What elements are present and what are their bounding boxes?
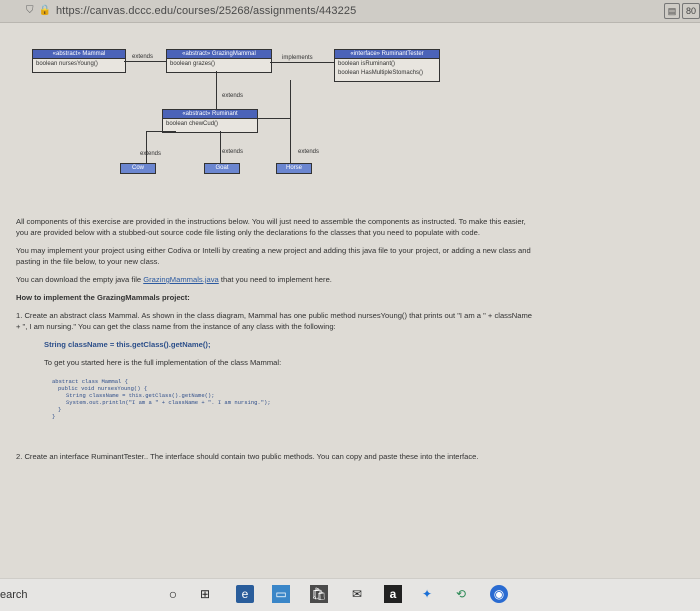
code-line: }: [58, 406, 62, 413]
class-diagram: «abstract» Mammal boolean nursesYoung() …: [0, 23, 700, 203]
started-text: To get you started here is the full impl…: [44, 358, 282, 367]
uml-connector: [146, 131, 147, 163]
firefox-icon[interactable]: ◉: [490, 585, 508, 603]
uml-goat-box: Goat: [204, 163, 240, 174]
sync-icon[interactable]: ⟲: [452, 585, 470, 603]
uml-horse-box: Horse: [276, 163, 312, 174]
uml-ruminant-box: «abstract» Ruminant boolean chewCud(): [162, 109, 258, 133]
page-content: «abstract» Mammal boolean nursesYoung() …: [0, 23, 700, 578]
step-2: 2. Create an interface RuminantTester.. …: [16, 452, 479, 461]
uml-grazing-box: «abstract» GrazingMammal boolean grazes(…: [166, 49, 272, 73]
uml-tester-box: «interface» RuminantTester boolean isRum…: [334, 49, 440, 82]
cortana-icon[interactable]: ○: [164, 585, 182, 603]
mammal-code-block: abstract class Mammal { public void nurs…: [44, 375, 536, 423]
uml-tester-title: «interface» RuminantTester: [335, 50, 439, 59]
uml-connector: [216, 71, 217, 111]
uml-connector: [220, 131, 221, 163]
uml-grazing-field: boolean grazes(): [170, 61, 216, 67]
assignment-instructions: All components of this exercise are prov…: [16, 216, 536, 469]
paragraph-download: You can download the empty java file Gra…: [16, 274, 536, 285]
url-text[interactable]: https://canvas.dccc.edu/courses/25268/as…: [56, 5, 356, 17]
code-line: public void nursesYoung() {: [58, 385, 148, 392]
uml-tester-field-1: boolean isRuminant(): [338, 61, 396, 67]
step-1: 1. Create an abstract class Mammal. As s…: [16, 311, 533, 331]
uml-mammal-box: «abstract» Mammal boolean nursesYoung(): [32, 49, 126, 73]
mail-icon[interactable]: ✉: [348, 585, 366, 603]
uml-connector: [290, 80, 291, 163]
uml-tester-field-2: boolean HasMultipleStomachs(): [338, 70, 424, 76]
uml-ruminant-title: «abstract» Ruminant: [163, 110, 257, 119]
paragraph-ide: You may implement your project using eit…: [16, 246, 531, 266]
browser-toolbar: ⛉ 🔒 https://canvas.dccc.edu/courses/2526…: [0, 0, 700, 23]
uml-label-extends-2: extends: [222, 93, 244, 99]
uml-connector: [255, 118, 291, 119]
uml-mammal-title: «abstract» Mammal: [33, 50, 125, 59]
download-prefix: You can download the empty java file: [16, 275, 144, 284]
how-to-heading: How to implement the GrazingMammals proj…: [16, 293, 190, 302]
code-line: }: [52, 413, 56, 420]
uml-label-extends-4: extends: [222, 149, 244, 155]
uml-label-extends-3: extends: [140, 151, 162, 157]
uml-cow-box: Cow: [120, 163, 156, 174]
address-bar[interactable]: ⛉ 🔒 https://canvas.dccc.edu/courses/2526…: [26, 2, 676, 19]
paragraph-intro: All components of this exercise are prov…: [16, 217, 526, 237]
store-icon[interactable]: 🛍: [310, 585, 328, 603]
uml-label-extends-5: extends: [298, 149, 320, 155]
task-view-icon[interactable]: ⊞: [196, 585, 214, 603]
classname-code-line: String className = this.getClass().getNa…: [44, 340, 211, 349]
lock-icon: 🔒: [38, 5, 51, 16]
download-suffix: that you need to implement here.: [218, 275, 332, 284]
code-line: abstract class Mammal {: [52, 378, 128, 385]
uml-mammal-field: boolean nursesYoung(): [36, 61, 98, 67]
dropbox-icon[interactable]: ✦: [418, 585, 436, 603]
uml-label-extends-1: extends: [132, 54, 154, 60]
shield-icon: ⛉: [26, 5, 34, 16]
uml-ruminant-field: boolean chewCud(): [166, 121, 219, 127]
photos-icon[interactable]: ▭: [272, 585, 290, 603]
uml-grazing-title: «abstract» GrazingMammal: [167, 50, 271, 59]
code-line: String className = this.getClass().getNa…: [66, 392, 215, 399]
reader-view-icon[interactable]: ▤: [664, 3, 680, 19]
taskbar-search[interactable]: earch: [0, 589, 28, 601]
amazon-icon[interactable]: a: [384, 585, 402, 603]
zoom-badge[interactable]: 80: [682, 3, 700, 19]
edge-icon[interactable]: e: [236, 585, 254, 603]
windows-taskbar: earch ○ ⊞ e ▭ 🛍 ✉ a ✦ ⟲ ◉: [0, 578, 700, 611]
uml-label-implements: implements: [282, 55, 313, 61]
code-line: System.out.println("I am a " + className…: [66, 399, 271, 406]
uml-connector: [124, 61, 166, 62]
uml-connector: [270, 62, 334, 63]
download-link[interactable]: GrazingMammals.java: [143, 275, 219, 284]
uml-connector: [146, 131, 176, 132]
